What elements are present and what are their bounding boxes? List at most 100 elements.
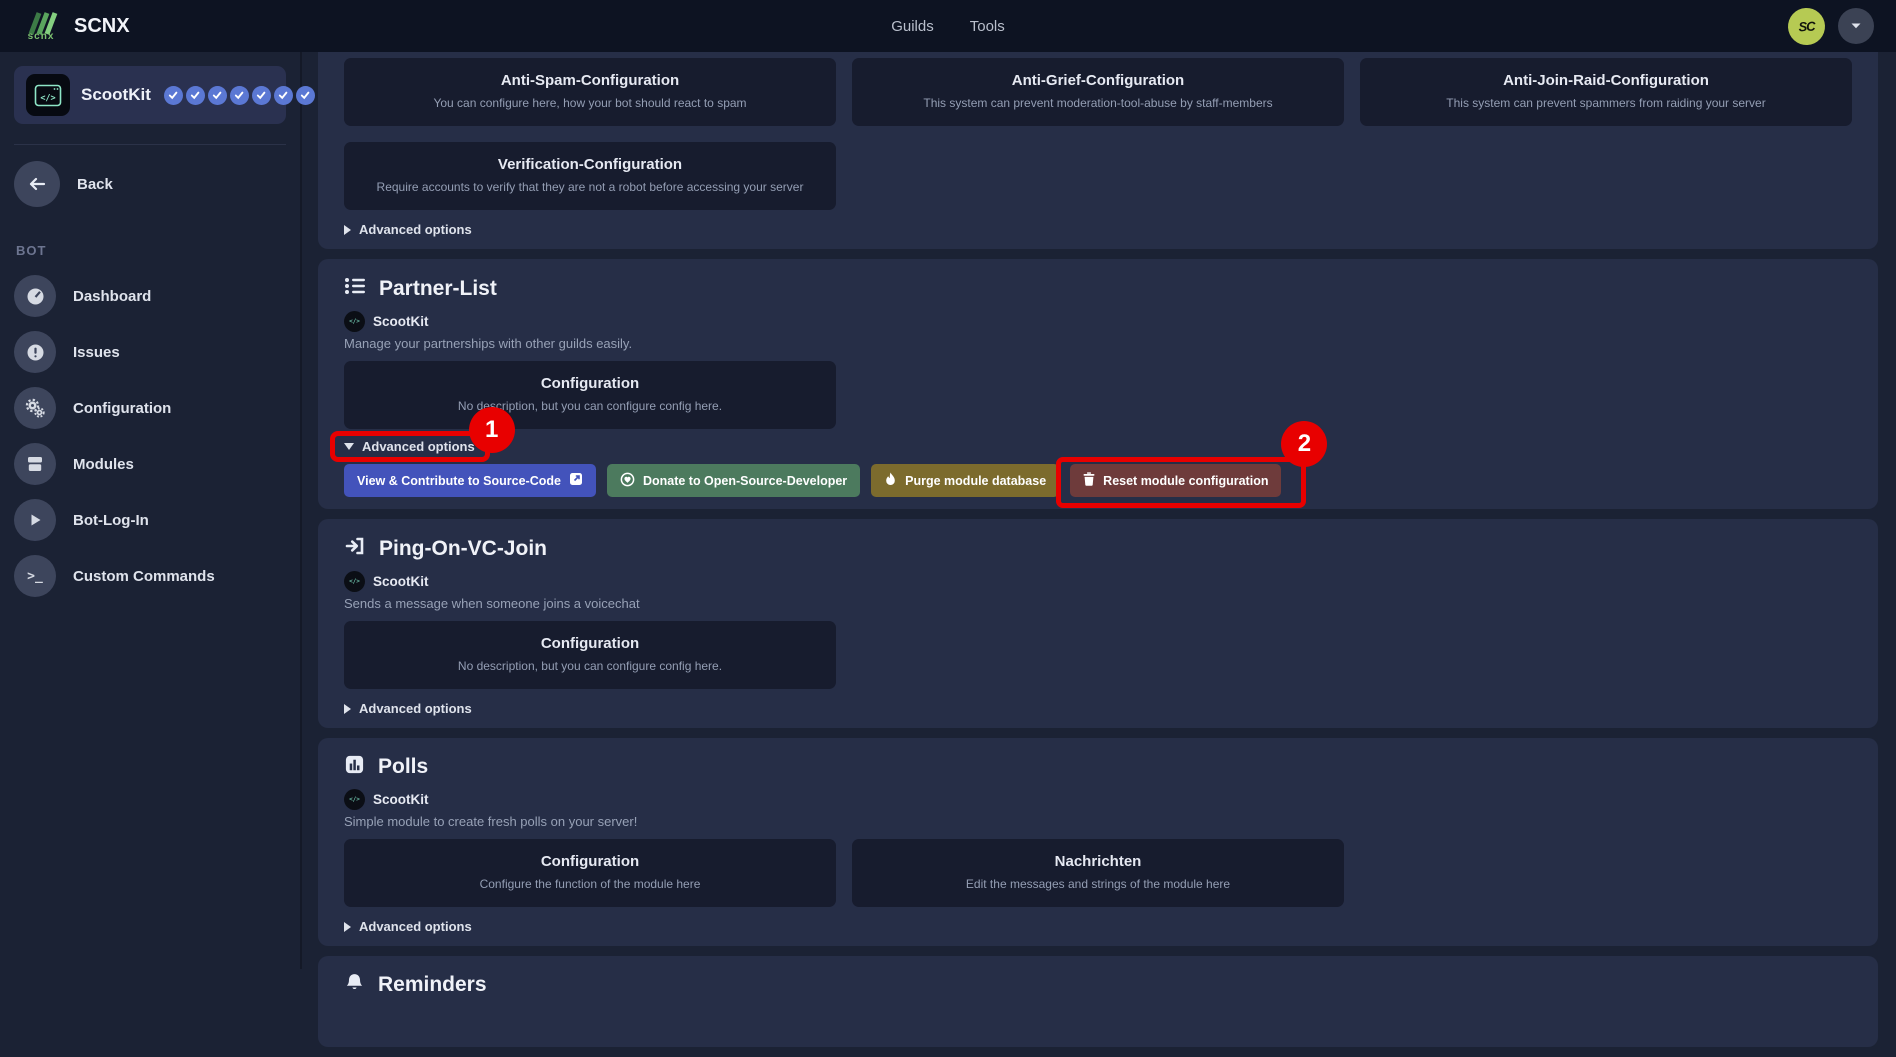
module-owner-badge[interactable]: </> ScootKit bbox=[344, 311, 1852, 332]
sign-in-icon bbox=[344, 535, 366, 562]
card-title: Anti-Join-Raid-Configuration bbox=[1380, 72, 1832, 89]
server-card[interactable]: </> ScootKit bbox=[14, 66, 286, 124]
brand-name: SCNX bbox=[74, 15, 130, 38]
purge-database-button[interactable]: Purge module database bbox=[871, 464, 1059, 497]
card-description: Edit the messages and strings of the mod… bbox=[872, 877, 1324, 891]
advanced-options-toggle[interactable]: Advanced options bbox=[344, 222, 472, 237]
module-owner-badge[interactable]: </> ScootKit bbox=[344, 571, 1852, 592]
advanced-buttons-row: View & Contribute to Source-Code Donate … bbox=[344, 464, 1852, 497]
nav-link-guilds[interactable]: Guilds bbox=[891, 18, 934, 35]
poll-icon bbox=[344, 754, 365, 780]
card-anti-grief[interactable]: Anti-Grief-Configuration This system can… bbox=[852, 58, 1344, 126]
chevron-down-icon bbox=[1850, 17, 1862, 35]
annotation-highlight-1: Advanced options 1 bbox=[330, 431, 490, 462]
svg-text:</>: </> bbox=[40, 93, 55, 103]
play-icon bbox=[14, 499, 56, 541]
button-label: Donate to Open-Source-Developer bbox=[643, 474, 847, 488]
donate-button[interactable]: Donate to Open-Source-Developer bbox=[607, 464, 860, 497]
scootkit-avatar: </> bbox=[344, 311, 365, 332]
module-owner-name: ScootKit bbox=[373, 574, 429, 589]
section-heading: Reminders bbox=[344, 972, 1852, 998]
section-heading: Polls bbox=[344, 754, 1852, 780]
nav-link-tools[interactable]: Tools bbox=[970, 18, 1005, 35]
card-title: Configuration bbox=[364, 375, 816, 392]
polls-card-grid: Configuration Configure the function of … bbox=[344, 839, 1852, 907]
advanced-options-toggle-expanded[interactable]: Advanced options bbox=[330, 431, 490, 462]
sidebar-item-configuration[interactable]: Configuration bbox=[14, 380, 286, 436]
section-title: Polls bbox=[378, 755, 428, 779]
sidebar-item-custom-commands[interactable]: >_ Custom Commands bbox=[14, 548, 286, 604]
section-heading: Partner-List bbox=[344, 275, 1852, 302]
bell-icon bbox=[344, 972, 365, 998]
reset-configuration-button[interactable]: Reset module configuration bbox=[1070, 464, 1281, 497]
sidebar-item-dashboard[interactable]: Dashboard bbox=[14, 268, 286, 324]
advanced-options-label: Advanced options bbox=[359, 701, 472, 716]
sidebar-item-modules[interactable]: Modules bbox=[14, 436, 286, 492]
verified-badge-icon bbox=[252, 86, 271, 105]
donate-heart-icon bbox=[620, 472, 635, 490]
issue-icon bbox=[14, 331, 56, 373]
sidebar-nav: Dashboard Issues Configuration bbox=[14, 268, 286, 604]
moderation-card-grid: Anti-Spam-Configuration You can configur… bbox=[344, 58, 1852, 210]
sidebar-item-label: Bot-Log-In bbox=[73, 512, 149, 529]
external-link-icon bbox=[569, 472, 583, 489]
caret-right-icon bbox=[344, 704, 351, 714]
module-owner-name: ScootKit bbox=[373, 314, 429, 329]
module-owner-name: ScootKit bbox=[373, 792, 429, 807]
card-title: Anti-Spam-Configuration bbox=[364, 72, 816, 89]
gears-icon bbox=[14, 387, 56, 429]
box-icon bbox=[14, 443, 56, 485]
verified-badge-icon bbox=[274, 86, 293, 105]
section-title: Ping-On-VC-Join bbox=[379, 537, 547, 561]
button-label: View & Contribute to Source-Code bbox=[357, 474, 561, 488]
section-polls: Polls </> ScootKit Simple module to crea… bbox=[318, 738, 1878, 946]
server-name: ScootKit bbox=[81, 85, 151, 105]
brand[interactable]: scnx SCNX bbox=[22, 10, 130, 42]
server-badges bbox=[164, 86, 337, 105]
annotation-highlight-2: Reset module configuration 2 bbox=[1070, 464, 1281, 497]
card-partner-configuration[interactable]: Configuration No description, but you ca… bbox=[344, 361, 836, 429]
logo-subtext: scnx bbox=[28, 32, 55, 42]
section-ping-on-vc-join: Ping-On-VC-Join </> ScootKit Sends a mes… bbox=[318, 519, 1878, 728]
section-title: Reminders bbox=[378, 973, 487, 997]
sidebar-group-label: BOT bbox=[16, 243, 286, 258]
card-verification[interactable]: Verification-Configuration Require accou… bbox=[344, 142, 836, 210]
caret-right-icon bbox=[344, 922, 351, 932]
sidebar-item-label: Issues bbox=[73, 344, 120, 361]
sidebar-item-label: Custom Commands bbox=[73, 568, 215, 585]
section-description: Manage your partnerships with other guil… bbox=[344, 336, 1852, 351]
card-anti-join-raid[interactable]: Anti-Join-Raid-Configuration This system… bbox=[1360, 58, 1852, 126]
verified-badge-icon bbox=[230, 86, 249, 105]
card-title: Verification-Configuration bbox=[364, 156, 816, 173]
caret-down-icon bbox=[344, 443, 354, 450]
section-description: Simple module to create fresh polls on y… bbox=[344, 814, 1852, 829]
card-polls-configuration[interactable]: Configuration Configure the function of … bbox=[344, 839, 836, 907]
main-content: Anti-Spam-Configuration You can configur… bbox=[318, 52, 1878, 1057]
sidebar-item-issues[interactable]: Issues bbox=[14, 324, 286, 380]
server-logo-icon: </> bbox=[26, 74, 70, 116]
section-title: Partner-List bbox=[379, 277, 497, 301]
navbar-right: SC bbox=[1788, 8, 1874, 45]
fire-icon bbox=[884, 472, 897, 490]
user-menu-button[interactable] bbox=[1838, 8, 1874, 44]
user-avatar[interactable]: SC bbox=[1787, 7, 1826, 46]
back-button[interactable]: Back bbox=[14, 159, 286, 209]
source-code-button[interactable]: View & Contribute to Source-Code bbox=[344, 464, 596, 497]
card-ping-configuration[interactable]: Configuration No description, but you ca… bbox=[344, 621, 836, 689]
section-partner-list: Partner-List </> ScootKit Manage your pa… bbox=[318, 259, 1878, 509]
card-polls-messages[interactable]: Nachrichten Edit the messages and string… bbox=[852, 839, 1344, 907]
sidebar-item-bot-log-in[interactable]: Bot-Log-In bbox=[14, 492, 286, 548]
verified-badge-icon bbox=[296, 86, 315, 105]
sidebar-item-label: Modules bbox=[73, 456, 134, 473]
button-label: Purge module database bbox=[905, 474, 1046, 488]
advanced-options-label: Advanced options bbox=[359, 919, 472, 934]
card-description: No description, but you can configure co… bbox=[364, 659, 816, 673]
module-owner-badge[interactable]: </> ScootKit bbox=[344, 789, 1852, 810]
advanced-options-toggle[interactable]: Advanced options bbox=[344, 701, 472, 716]
advanced-options-toggle[interactable]: Advanced options bbox=[344, 919, 472, 934]
annotation-step-1: 1 bbox=[469, 407, 515, 453]
partner-card-grid: Configuration No description, but you ca… bbox=[344, 361, 1852, 429]
section-description: Sends a message when someone joins a voi… bbox=[344, 596, 1852, 611]
navbar: scnx SCNX Guilds Tools SC bbox=[0, 0, 1896, 52]
card-anti-spam[interactable]: Anti-Spam-Configuration You can configur… bbox=[344, 58, 836, 126]
